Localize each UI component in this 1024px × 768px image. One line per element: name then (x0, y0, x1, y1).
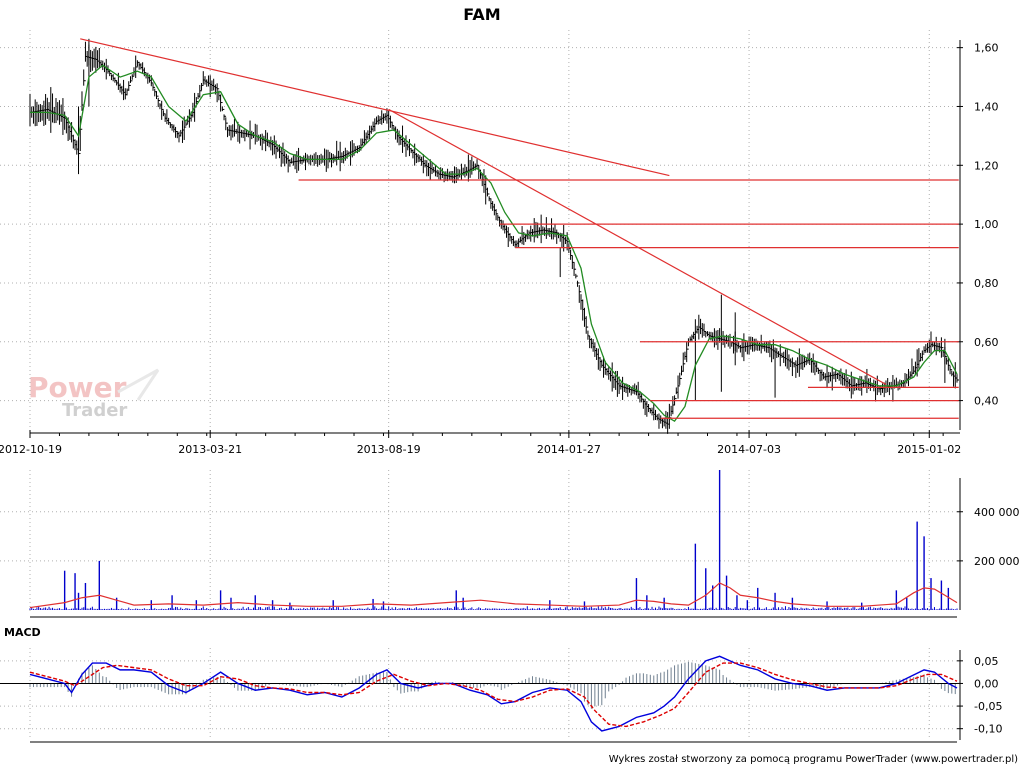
trendline (388, 108, 887, 385)
stock-chart: Power Trader FAM 1,60 1,40 1,20 1,00 0,80 0,6… (0, 5, 1020, 765)
volume-panel: 400 000 200 000 (0, 470, 1020, 618)
price-x-tick-label: 2013-03-21 (178, 443, 242, 456)
macd-label: MACD (4, 626, 41, 639)
price-x-tick-label: 2014-07-03 (717, 443, 781, 456)
volume-y-tick-label: 400 000 (974, 506, 1020, 519)
volume-moving-average-line (29, 582, 958, 609)
macd-y-tick-label: -0,05 (974, 700, 1002, 713)
price-panel: 1,60 1,40 1,20 1,00 0,80 0,60 0,40 2012-10-19 20… (0, 30, 999, 456)
chart-title: FAM (463, 5, 500, 24)
volume-y-tick-label: 200 000 (974, 555, 1020, 568)
price-y-tick-label: 1,00 (974, 218, 999, 231)
watermark-line2: Trader (62, 400, 127, 421)
price-y-tick-label: 0,40 (974, 395, 999, 408)
price-x-tick-label: 2014-01-27 (537, 443, 601, 456)
volume-bars (29, 470, 958, 610)
price-x-tick-label: 2013-08-19 (357, 443, 421, 456)
price-y-tick-label: 0,80 (974, 277, 999, 290)
macd-y-tick-label: -0,10 (974, 723, 1002, 736)
price-y-tick-label: 1,60 (974, 42, 999, 55)
macd-y-tick-label: 0,00 (974, 677, 999, 690)
price-x-tick-label: 2012-10-19 (0, 443, 62, 456)
price-y-tick-label: 1,40 (974, 100, 999, 113)
price-x-tick-label: 2015-01-02 (897, 443, 961, 456)
macd-y-tick-label: 0,05 (974, 655, 999, 668)
price-y-tick-label: 1,20 (974, 159, 999, 172)
price-y-tick-label: 0,60 (974, 336, 999, 349)
macd-signal-line (29, 662, 958, 728)
price-bars (29, 38, 959, 434)
powertrader-watermark: Power Trader (28, 368, 160, 421)
macd-panel: MACD 0,05 0,00 -0,05 -0,10 (0, 626, 1002, 743)
footer-credit: Wykres został stworzony za pomocą progra… (609, 754, 1018, 765)
